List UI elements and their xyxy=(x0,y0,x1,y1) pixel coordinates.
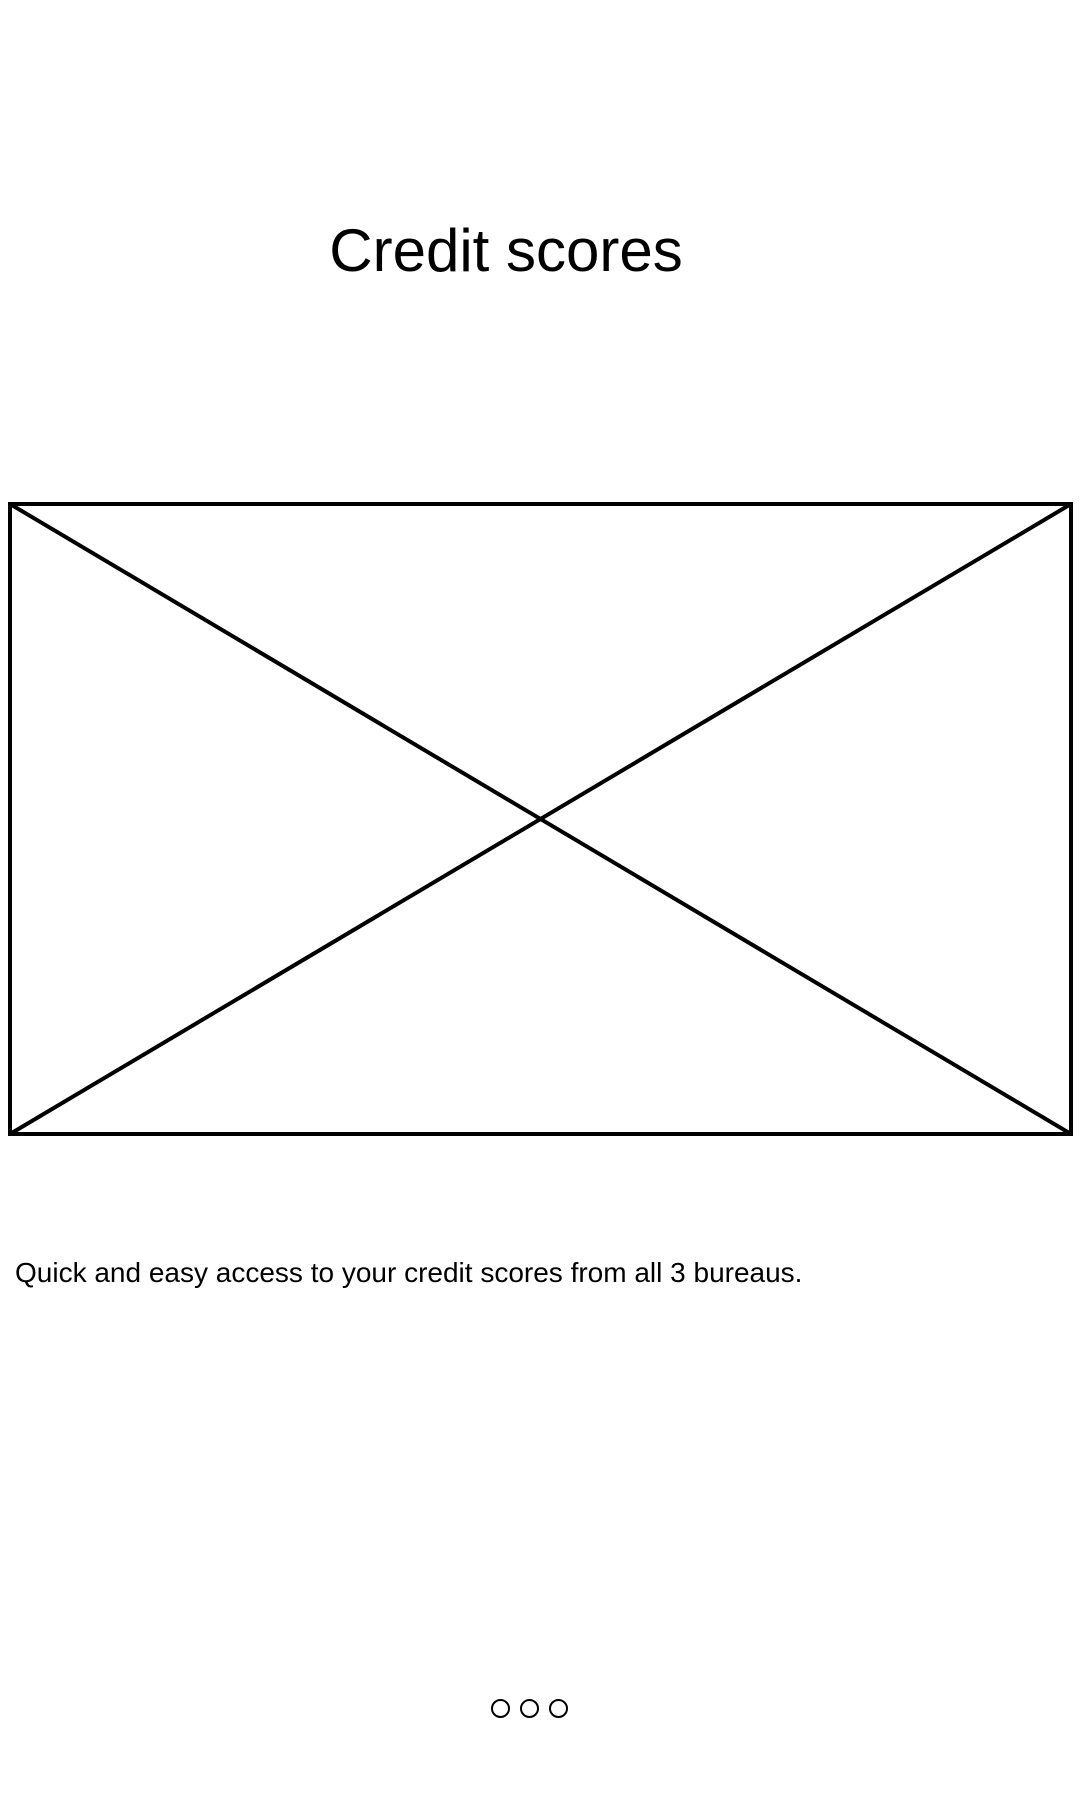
feature-description: Quick and easy access to your credit sco… xyxy=(15,1257,803,1288)
page-indicator-dot-3[interactable] xyxy=(549,1699,568,1718)
page-indicator-dot-2[interactable] xyxy=(520,1699,539,1718)
image-placeholder-icon xyxy=(8,502,1073,1136)
page-indicator-dot-1[interactable] xyxy=(491,1699,510,1718)
page-title: Credit scores xyxy=(329,217,683,284)
page-indicator xyxy=(491,1699,568,1718)
